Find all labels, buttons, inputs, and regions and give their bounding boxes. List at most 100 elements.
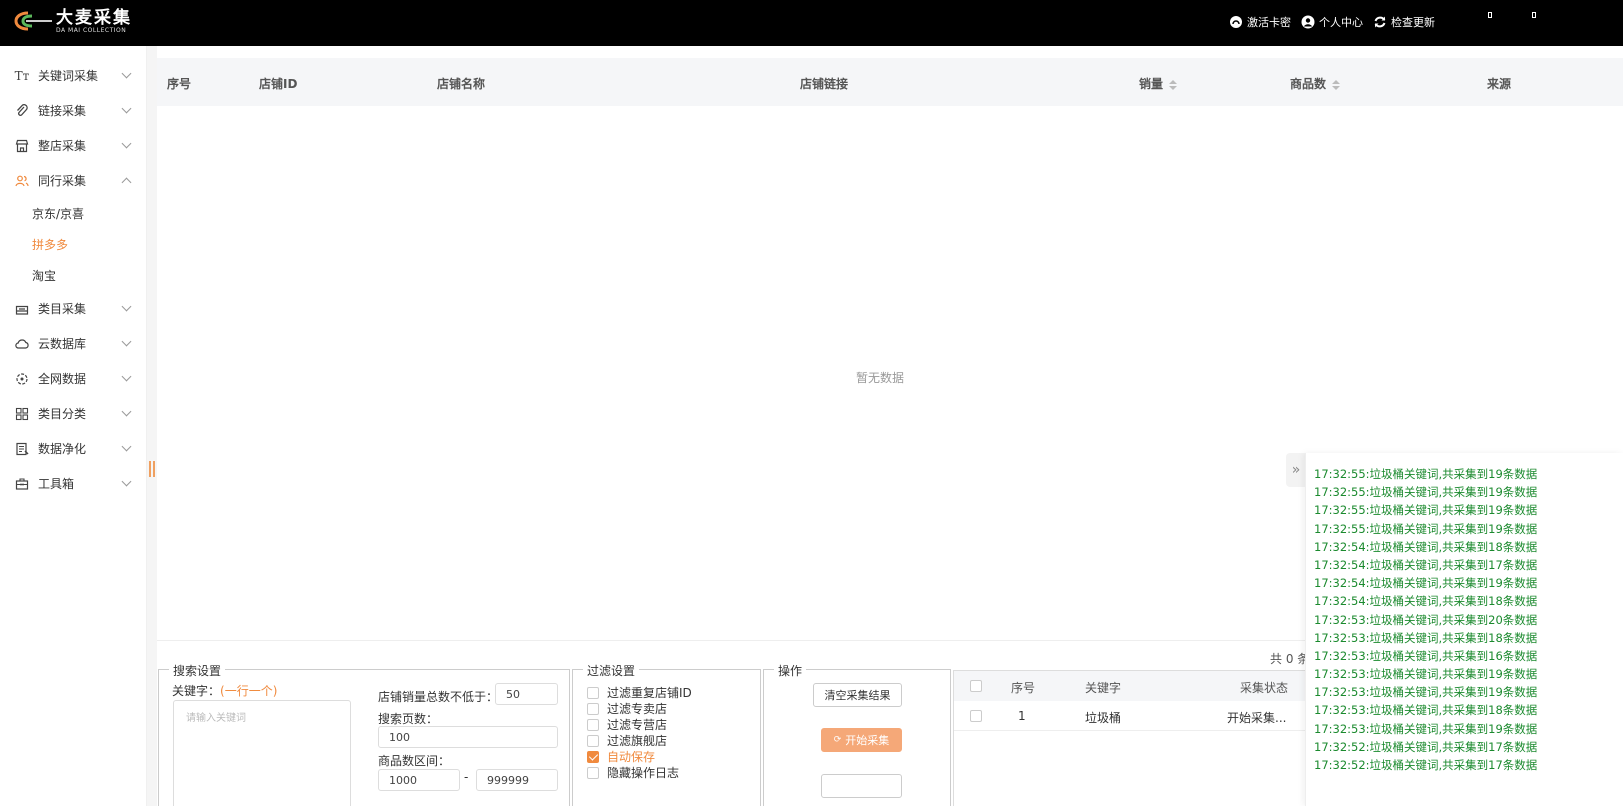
sort-icon [1169, 79, 1178, 90]
paperclip-icon [14, 103, 30, 119]
app-subtitle: DA MAI COLLECTION [56, 26, 127, 34]
pagination-total: 共 0 条 [1270, 652, 1310, 666]
hide-log-checkbox[interactable]: 隐藏操作日志 [587, 764, 679, 781]
operations-panel: 操作 清空采集结果 ⟳ 开始采集 [763, 662, 951, 806]
row-keyword: 垃圾桶 [1085, 711, 1122, 725]
stop-button[interactable] [821, 774, 902, 798]
chevron-down-icon [121, 301, 132, 312]
filter-duplicate-id-checkbox[interactable]: 过滤重复店铺ID [587, 684, 692, 701]
column-header-store-id: 店铺ID [259, 77, 298, 91]
select-all-checkbox[interactable] [970, 680, 982, 692]
auto-save-checkbox[interactable]: 自动保存 [587, 748, 655, 765]
close-button[interactable] [1532, 12, 1536, 18]
log-line: 17:32:53:垃圾桶关键词,共采集到19条数据 [1314, 685, 1538, 700]
row-checkbox[interactable] [970, 710, 982, 722]
minimize-button[interactable] [1488, 12, 1492, 18]
filter-flagship-store-checkbox[interactable]: 过滤旗舰店 [587, 732, 667, 749]
logo-mark-icon [14, 10, 54, 32]
filter-option-label: 过滤旗舰店 [607, 734, 668, 748]
log-panel: 17:32:55:垃圾桶关键词,共采集到19条数据 17:32:55:垃圾桶关键… [1305, 453, 1623, 806]
column-header-status: 采集状态 [1240, 681, 1289, 695]
column-header-sales-label: 销量 [1139, 77, 1164, 91]
check-update-button[interactable]: 检查更新 [1373, 14, 1435, 30]
filter-franchise-store-checkbox[interactable]: 过滤专营店 [587, 716, 667, 733]
checkbox-box[interactable] [587, 718, 599, 731]
sidebar-item-category[interactable]: 类目采集 [0, 291, 146, 326]
search-pages-input[interactable]: 100 [378, 726, 558, 748]
filter-settings-panel: 过滤设置 过滤重复店铺ID 过滤专卖店 过滤专营店 过滤旗舰店 自动保存 隐藏操… [572, 662, 761, 806]
checkbox-box[interactable] [587, 750, 599, 763]
sidebar-item-keyword[interactable]: Tт 关键词采集 [0, 58, 146, 93]
sidebar-item-label: 同行采集 [38, 174, 87, 188]
sidebar-item-network[interactable]: 全网数据 [0, 361, 146, 396]
sidebar: Tт 关键词采集 链接采集 整店采集 同行采集 京东/京喜 拼多多 淘宝 类目采… [0, 46, 147, 806]
chevron-down-icon [121, 68, 132, 79]
chevron-down-icon [121, 476, 132, 487]
operations-legend: 操作 [774, 662, 807, 679]
chevron-down-icon [121, 103, 132, 114]
app-logo: 大麦采集 DA MAI COLLECTION [14, 8, 132, 34]
sidebar-item-label: 类目分类 [38, 407, 87, 421]
log-line: 17:32:55:垃圾桶关键词,共采集到19条数据 [1314, 521, 1538, 536]
keyword-textarea[interactable]: 请输入关键词 [173, 700, 351, 806]
sidebar-subitem-taobao[interactable]: 淘宝 [0, 260, 146, 291]
activate-icon [1230, 16, 1242, 28]
sidebar-item-label: 全网数据 [38, 372, 87, 386]
sidebar-item-link[interactable]: 链接采集 [0, 93, 146, 128]
profile-button[interactable]: 个人中心 [1301, 14, 1363, 30]
keyword-hint: (一行一个) [220, 684, 278, 698]
product-range-from-input[interactable]: 1000 [378, 769, 460, 791]
log-line: 17:32:55:垃圾桶关键词,共采集到19条数据 [1314, 467, 1538, 481]
table-header: 序号 店铺ID 店铺名称 店铺链接 销量 商品数 来源 [157, 58, 1623, 106]
column-header-index: 序号 [1011, 681, 1036, 695]
filter-option-label: 过滤重复店铺ID [607, 686, 692, 700]
sidebar-resize-handle[interactable] [148, 458, 156, 480]
sort-icon [1332, 79, 1341, 90]
filter-option-label: 过滤专卖店 [607, 702, 668, 716]
log-collapse-button[interactable]: » [1286, 453, 1306, 487]
activate-button[interactable]: 激活卡密 [1229, 14, 1291, 30]
product-range-to-input[interactable]: 999999 [476, 769, 558, 791]
search-settings-legend: 搜索设置 [169, 662, 226, 679]
sidebar-subitem-pdd[interactable]: 拼多多 [0, 229, 146, 260]
table-row[interactable]: 1 垃圾桶 开始采集... [954, 701, 1305, 731]
column-header-keyword: 关键字 [1085, 681, 1122, 695]
sidebar-subitem-jd[interactable]: 京东/京喜 [0, 198, 146, 229]
clean-icon [14, 441, 30, 457]
log-line: 17:32:55:垃圾桶关键词,共采集到19条数据 [1314, 503, 1538, 518]
sidebar-item-label: 工具箱 [38, 477, 75, 491]
chevron-down-icon [121, 371, 132, 382]
log-line: 17:32:53:垃圾桶关键词,共采集到16条数据 [1314, 648, 1538, 663]
checkbox-box[interactable] [587, 734, 599, 747]
sidebar-subitem-label: 京东/京喜 [32, 207, 85, 221]
profile-label: 个人中心 [1319, 16, 1363, 29]
clear-results-button[interactable]: 清空采集结果 [813, 683, 902, 707]
keyword-label-text: 关键字： [172, 684, 221, 698]
sidebar-item-toolbox[interactable]: 工具箱 [0, 466, 146, 501]
sidebar-item-label: 数据净化 [38, 442, 87, 456]
sidebar-item-cloud[interactable]: 云数据库 [0, 326, 146, 361]
sidebar-item-label: 关键词采集 [38, 69, 99, 83]
sidebar-item-classify[interactable]: 类目分类 [0, 396, 146, 431]
checkbox-box[interactable] [587, 686, 599, 699]
loading-icon: ⟳ [833, 735, 842, 745]
checkbox-box[interactable] [587, 702, 599, 715]
sidebar-item-store[interactable]: 整店采集 [0, 128, 146, 163]
checkbox-box[interactable] [587, 766, 599, 779]
start-collect-button[interactable]: ⟳ 开始采集 [821, 728, 902, 752]
filter-exclusive-store-checkbox[interactable]: 过滤专卖店 [587, 700, 667, 717]
log-line: 17:32:53:垃圾桶关键词,共采集到18条数据 [1314, 703, 1538, 718]
column-header-sales[interactable]: 销量 [1139, 75, 1178, 92]
log-line: 17:32:54:垃圾桶关键词,共采集到17条数据 [1314, 557, 1538, 572]
column-header-product-count-label: 商品数 [1290, 77, 1327, 91]
column-header-product-count[interactable]: 商品数 [1290, 75, 1341, 92]
sidebar-item-clean[interactable]: 数据净化 [0, 431, 146, 466]
min-sales-input[interactable]: 50 [495, 683, 558, 705]
product-range-separator: - [464, 770, 469, 784]
sidebar-divider [147, 46, 157, 806]
search-settings-panel: 搜索设置 关键字：(一行一个) 请输入关键词 店铺销量总数不低于： 50 搜索页… [158, 662, 570, 806]
check-update-label: 检查更新 [1391, 16, 1435, 29]
app-title: 大麦采集 [56, 7, 132, 28]
grid-icon [14, 406, 30, 422]
sidebar-item-peer[interactable]: 同行采集 [0, 163, 146, 198]
